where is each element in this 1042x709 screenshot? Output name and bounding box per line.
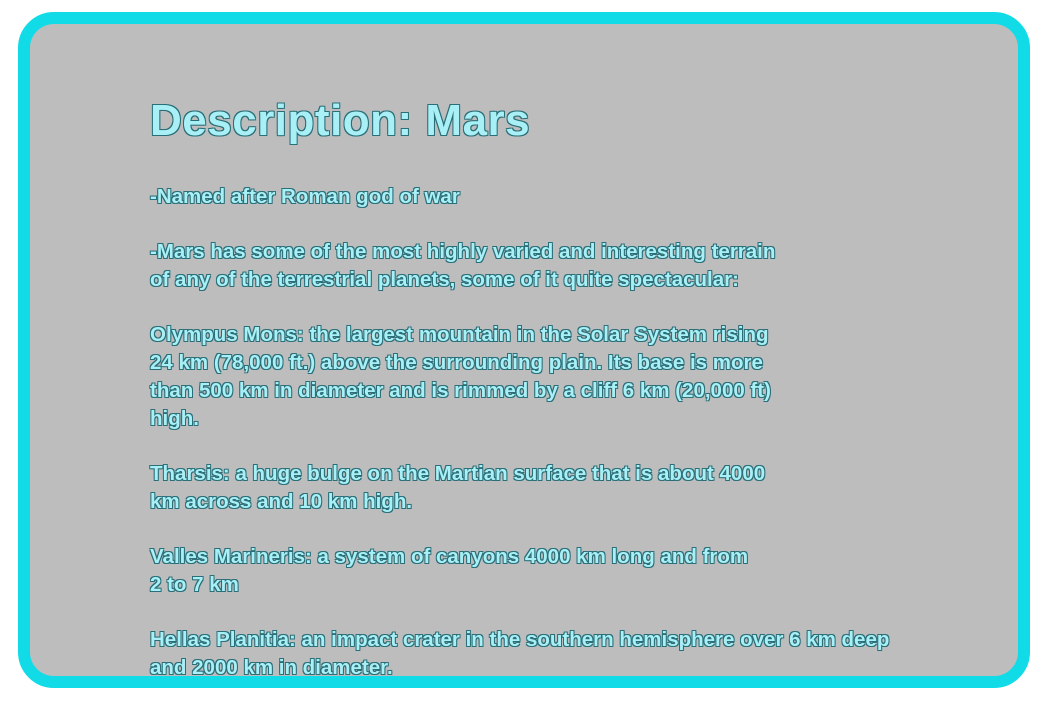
paragraph-valles-marineris: Valles Marineris: a system of canyons 40…	[150, 545, 749, 596]
paragraph-olympus-mons: Olympus Mons: the largest mountain in th…	[150, 323, 771, 430]
panel-title: Description: Mars	[150, 96, 531, 145]
paragraph-hellas-planitia: Hellas Planitia: an impact crater in the…	[150, 628, 890, 679]
paragraph-tharsis: Tharsis: a huge bulge on the Martian sur…	[150, 462, 766, 513]
description-content: Description: Mars -Named after Roman god…	[150, 94, 1030, 709]
paragraph-terrain-intro: -Mars has some of the most highly varied…	[150, 240, 776, 291]
paragraph-name-origin: -Named after Roman god of war	[150, 185, 460, 208]
description-panel: Description: Mars -Named after Roman god…	[18, 12, 1030, 688]
